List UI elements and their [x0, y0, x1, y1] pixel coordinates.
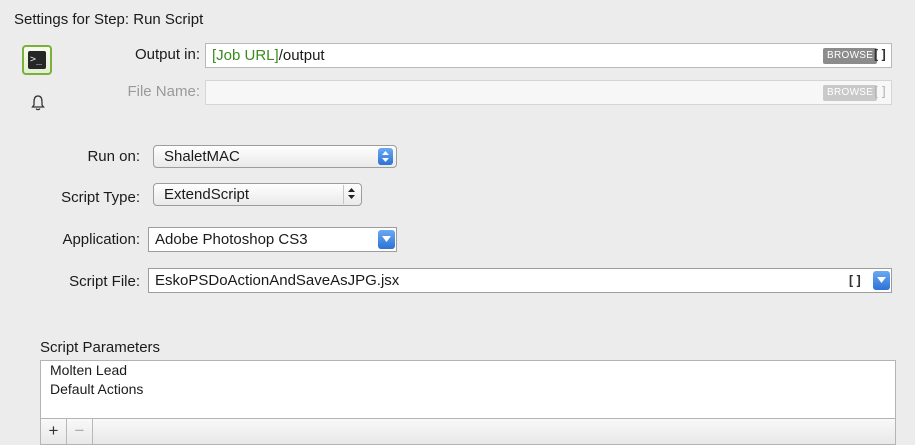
application-combo[interactable]: Adobe Photoshop CS3: [148, 227, 397, 252]
output-path-suffix: /output: [278, 47, 325, 64]
script-type-value: ExtendScript: [164, 186, 250, 203]
file-name-browse-button[interactable]: BROWSE: [823, 85, 878, 101]
job-url-token: [Job URL]: [212, 47, 279, 64]
script-file-combo[interactable]: EskoPSDoActionAndSaveAsJPG.jsx []: [148, 268, 892, 293]
dropdown-arrow-icon[interactable]: [873, 271, 890, 290]
script-file-variable-brackets[interactable]: []: [847, 270, 863, 293]
updown-arrows-icon: [343, 185, 358, 204]
file-name-variable-brackets[interactable]: []: [872, 81, 888, 104]
dropdown-arrow-icon[interactable]: [378, 230, 395, 249]
terminal-icon: >_: [28, 51, 46, 69]
settings-title: Settings for Step: Run Script: [14, 11, 204, 28]
output-in-label: Output in:: [134, 46, 200, 63]
application-value: Adobe Photoshop CS3: [155, 231, 308, 248]
script-type-select[interactable]: ExtendScript: [153, 183, 362, 206]
output-variable-brackets[interactable]: []: [872, 44, 888, 67]
list-item[interactable]: Molten Lead: [41, 361, 895, 380]
list-item[interactable]: Default Actions: [41, 380, 895, 399]
script-parameters-list[interactable]: Molten Lead Default Actions: [40, 360, 896, 418]
script-type-label: Script Type:: [61, 189, 140, 206]
updown-arrows-icon: [378, 148, 393, 165]
run-on-label: Run on:: [87, 148, 140, 165]
application-label: Application:: [62, 231, 140, 248]
add-parameter-button[interactable]: +: [41, 419, 67, 444]
script-parameters-label: Script Parameters: [40, 339, 161, 356]
script-parameters-toolbar: + −: [40, 418, 896, 445]
output-browse-button[interactable]: BROWSE: [823, 48, 878, 64]
bell-icon[interactable]: [30, 94, 46, 112]
script-file-label: Script File:: [69, 273, 140, 290]
run-script-step-icon[interactable]: >_: [22, 45, 52, 75]
remove-parameter-button[interactable]: −: [67, 419, 93, 444]
run-on-select[interactable]: ShaletMAC: [153, 145, 397, 168]
output-in-field[interactable]: [Job URL]/output BROWSE []: [205, 43, 892, 68]
run-on-value: ShaletMAC: [164, 148, 240, 165]
file-name-label: File Name:: [127, 83, 200, 100]
file-name-field[interactable]: BROWSE []: [205, 80, 892, 105]
script-file-value: EskoPSDoActionAndSaveAsJPG.jsx: [155, 272, 400, 289]
